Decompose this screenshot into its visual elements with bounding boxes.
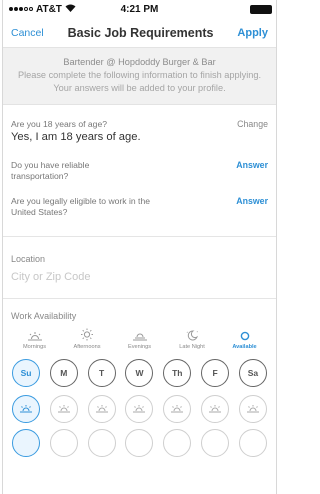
morning-slot-toggle[interactable] [49, 395, 78, 423]
shift-afternoons[interactable]: Afternoons [64, 328, 111, 350]
morning-slot-toggle[interactable] [87, 395, 116, 423]
day-thursday[interactable]: Th [163, 359, 192, 387]
question-age: Are you 18 years of age? Yes, I am 18 ye… [11, 119, 268, 143]
day-sunday[interactable]: Su [12, 359, 40, 387]
availability-section: Work Availability Mornings Afternoons Ev… [3, 299, 276, 457]
question-text: Do you have reliable transportation? [11, 160, 90, 181]
sunrise-icon [208, 400, 222, 418]
afternoon-slot-toggle[interactable] [12, 429, 40, 457]
sunrise-icon [95, 400, 109, 418]
afternoon-slot-toggle[interactable] [238, 429, 267, 457]
battery-icon [250, 5, 272, 14]
apply-button[interactable]: Apply [237, 27, 268, 39]
sunrise-icon [19, 400, 33, 418]
sunrise-icon [170, 400, 184, 418]
app-frame: AT&T 4:21 PM Cancel Basic Job Requiremen… [2, 0, 277, 494]
wifi-icon [65, 4, 76, 14]
moon-icon [169, 328, 216, 341]
question-eligibility: Are you legally eligible to work in the … [11, 196, 268, 218]
afternoon-slot-toggle[interactable] [87, 429, 116, 457]
day-selector: Su M T W Th F Sa [11, 359, 268, 387]
day-wednesday[interactable]: W [125, 359, 154, 387]
morning-slot-toggle[interactable] [12, 395, 40, 423]
signal-strength-icon [9, 7, 33, 11]
availability-label: Work Availability [11, 311, 77, 321]
sunrise-icon [246, 400, 260, 418]
afternoon-slot-toggle[interactable] [125, 429, 154, 457]
page-title: Basic Job Requirements [67, 25, 214, 40]
shift-evenings[interactable]: Evenings [116, 328, 163, 350]
cancel-button[interactable]: Cancel [11, 27, 44, 39]
shift-legend: Mornings Afternoons Evenings Late Night [11, 328, 268, 350]
shift-mornings[interactable]: Mornings [11, 328, 58, 350]
job-title: Bartender @ Hopdoddy Burger & Bar [63, 57, 216, 67]
sunset-icon [116, 328, 163, 341]
sunrise-icon [57, 400, 71, 418]
location-input[interactable] [11, 271, 268, 283]
day-saturday[interactable]: Sa [238, 359, 267, 387]
afternoon-slot-toggle[interactable] [163, 429, 192, 457]
location-section: Location [3, 237, 276, 283]
morning-slot-toggle[interactable] [201, 395, 230, 423]
answer-button[interactable]: Answer [236, 196, 268, 206]
navigation-bar: Cancel Basic Job Requirements Apply [3, 18, 276, 48]
change-button[interactable]: Change [237, 119, 268, 129]
sun-icon [64, 328, 111, 341]
afternoon-slots-row [11, 429, 268, 457]
question-text: Are you 18 years of age? [11, 119, 108, 129]
shift-available[interactable]: Available [221, 328, 268, 350]
morning-slot-toggle[interactable] [125, 395, 154, 423]
sunrise-icon [11, 328, 58, 341]
location-label: Location [11, 254, 46, 264]
day-monday[interactable]: M [49, 359, 78, 387]
question-transportation: Do you have reliable transportation? Ans… [11, 160, 268, 182]
intro-banner: Bartender @ Hopdoddy Burger & Bar Please… [3, 48, 276, 105]
question-answer: Yes, I am 18 years of age. [11, 131, 141, 143]
questions-section: Are you 18 years of age? Yes, I am 18 ye… [3, 105, 276, 218]
sunrise-icon [132, 400, 146, 418]
morning-slot-toggle[interactable] [238, 395, 267, 423]
day-tuesday[interactable]: T [87, 359, 116, 387]
shift-late-night[interactable]: Late Night [169, 328, 216, 350]
question-text: Are you legally eligible to work in the … [11, 196, 151, 217]
status-bar: AT&T 4:21 PM [3, 0, 276, 18]
intro-message: Please complete the following informatio… [17, 70, 262, 93]
circle-icon [221, 328, 268, 341]
carrier-name: AT&T [36, 3, 62, 15]
afternoon-slot-toggle[interactable] [201, 429, 230, 457]
day-friday[interactable]: F [201, 359, 230, 387]
afternoon-slot-toggle[interactable] [49, 429, 78, 457]
answer-button[interactable]: Answer [236, 160, 268, 170]
carrier-signal: AT&T [9, 4, 76, 15]
morning-slots-row [11, 395, 268, 423]
morning-slot-toggle[interactable] [163, 395, 192, 423]
